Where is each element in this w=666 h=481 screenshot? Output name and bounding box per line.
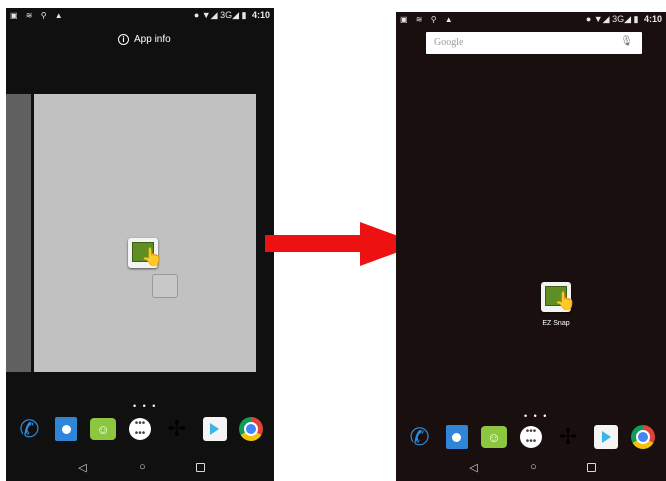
recent-apps-button[interactable] [195, 462, 205, 472]
home-page-preview[interactable] [34, 94, 256, 372]
play-store-icon[interactable] [594, 425, 619, 449]
page-indicator: • • • [133, 401, 158, 411]
contacts-icon[interactable] [55, 417, 78, 441]
back-button[interactable]: ◁ [467, 461, 481, 474]
recent-apps-button[interactable] [586, 462, 596, 472]
app-info-label: App info [134, 34, 171, 45]
status-bar: ▣ ≋ ⚲ ▲ ● ▼◢ 3G◢ ▮ 4:10 [6, 8, 274, 24]
right-phone-screen: ▣ ≋ ⚲ ▲ ● ▼◢ 3G◢ ▮ 4:10 Google 🎙 👆 EZ Sn… [396, 12, 666, 481]
search-placeholder: Google [434, 37, 464, 48]
all-apps-icon[interactable]: ••• ••• [519, 426, 542, 448]
phone-icon[interactable]: ✆ [16, 416, 42, 443]
drop-position-outline [152, 274, 178, 298]
notification-icons: ▣ ≋ ⚲ ▲ [400, 15, 456, 24]
app-info-drop-target[interactable]: i App info [118, 34, 171, 45]
system-status: ● ▼◢ 3G◢ ▮ 4:10 [586, 14, 662, 25]
ez-snap-label: EZ Snap [542, 320, 570, 327]
hand-icon: 👆 [141, 247, 164, 267]
previous-home-page-preview[interactable] [6, 94, 31, 372]
ez-snap-app-icon[interactable]: 👆 [541, 282, 576, 312]
dock: ✆ ☺ ••• ••• ✢ [6, 416, 274, 443]
home-button[interactable]: ○ [527, 461, 541, 473]
arrow-shaft [265, 235, 365, 252]
status-bar: ▣ ≋ ⚲ ▲ ● ▼◢ 3G◢ ▮ 4:10 [396, 12, 666, 28]
dock: ✆ ☺ ••• ••• ✢ [396, 424, 666, 451]
all-apps-icon[interactable]: ••• ••• [128, 418, 151, 440]
left-phone-screen: ▣ ≋ ⚲ ▲ ● ▼◢ 3G◢ ▮ 4:10 i App info 👆 • •… [6, 8, 274, 481]
photos-icon[interactable]: ✢ [164, 416, 190, 442]
info-icon: i [118, 34, 129, 45]
signal-battery-icons: ● ▼◢ 3G◢ ▮ [193, 10, 247, 20]
navigation-bar: ◁ ○ [396, 453, 666, 481]
chrome-icon[interactable] [631, 425, 656, 449]
hand-icon: 👆 [554, 291, 577, 311]
ez-snap-icon-dragging[interactable]: 👆 [128, 238, 163, 268]
back-button[interactable]: ◁ [76, 461, 90, 474]
system-status: ● ▼◢ 3G◢ ▮ 4:10 [194, 10, 270, 21]
messaging-icon[interactable]: ☺ [90, 418, 117, 440]
notification-icons: ▣ ≋ ⚲ ▲ [10, 11, 66, 20]
status-time: 4:10 [251, 10, 270, 20]
google-search-bar[interactable]: Google 🎙 [426, 32, 642, 54]
phone-icon[interactable]: ✆ [407, 424, 433, 451]
status-time: 4:10 [643, 14, 662, 24]
photos-icon[interactable]: ✢ [555, 424, 581, 450]
home-button[interactable]: ○ [136, 461, 150, 473]
signal-battery-icons: ● ▼◢ 3G◢ ▮ [585, 14, 639, 24]
navigation-bar: ◁ ○ [6, 453, 274, 481]
page-indicator: • • • [524, 411, 549, 421]
contacts-icon[interactable] [445, 425, 468, 449]
microphone-icon[interactable]: 🎙 [620, 36, 633, 47]
chrome-icon[interactable] [239, 417, 264, 441]
play-store-icon[interactable] [202, 417, 227, 441]
messaging-icon[interactable]: ☺ [480, 426, 507, 448]
